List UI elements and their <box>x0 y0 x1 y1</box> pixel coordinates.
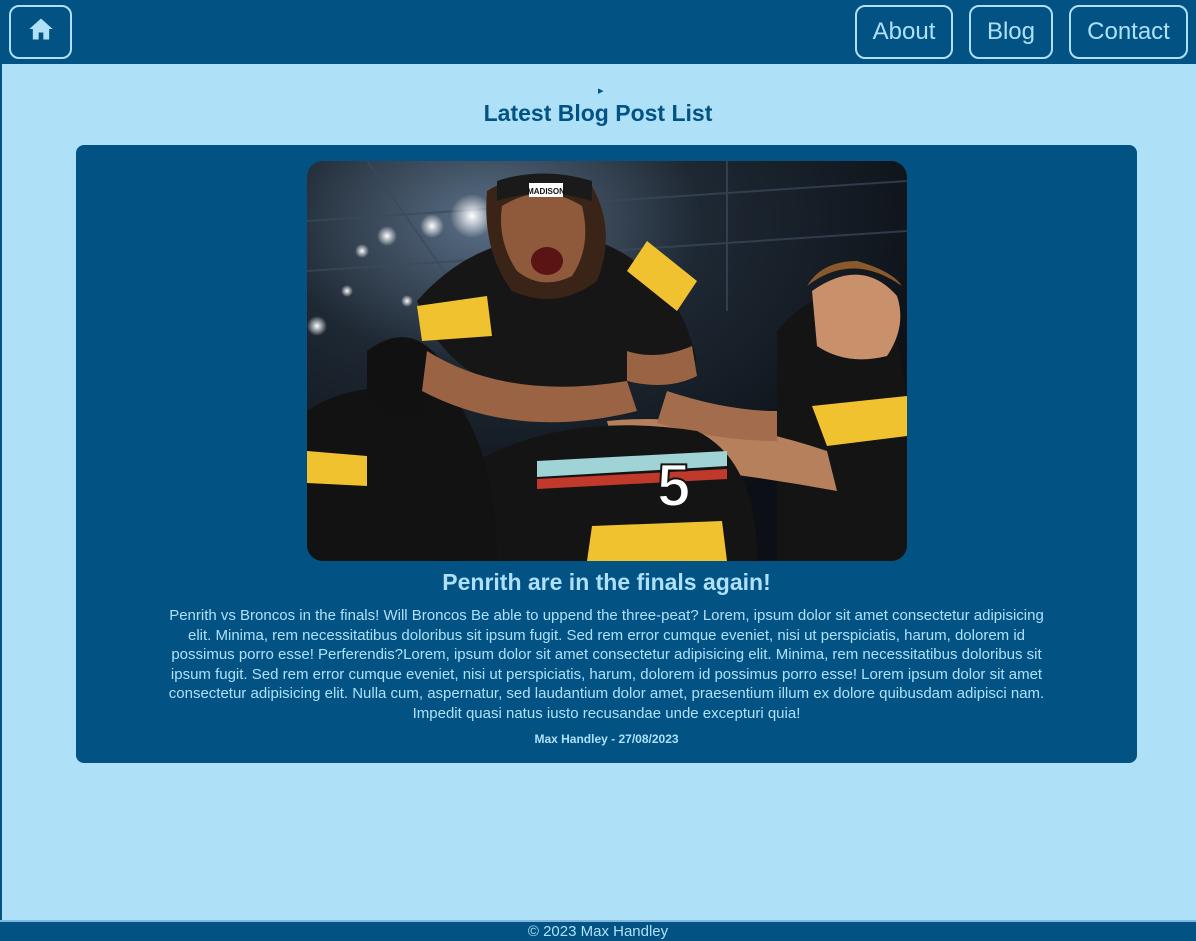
section-title[interactable]: Latest Blog Post List <box>0 100 1196 127</box>
contact-button[interactable]: Contact <box>1069 5 1188 59</box>
blog-button[interactable]: Blog <box>969 5 1053 59</box>
post-image: 5 MADISON <box>307 161 907 561</box>
home-button[interactable] <box>9 5 72 59</box>
about-button[interactable]: About <box>855 5 953 59</box>
jersey-text: MADISON <box>527 187 565 196</box>
home-icon <box>27 15 55 50</box>
post-meta: Max Handley - 27/08/2023 <box>534 732 679 746</box>
blog-post-card: 5 MADISON Penrith are in the finals agai… <box>76 145 1137 763</box>
post-title[interactable]: Penrith are in the finals again! <box>76 569 1137 596</box>
footer-text: © 2023 Max Handley <box>527 923 669 940</box>
svg-text:5: 5 <box>657 452 690 519</box>
post-body: Penrith vs Broncos in the finals! Will B… <box>168 607 1045 722</box>
disclosure-triangle-icon[interactable]: ▸ <box>598 84 604 97</box>
page-border <box>0 64 2 920</box>
navbar: About Blog Contact <box>0 0 1196 64</box>
footer: © 2023 Max Handley <box>0 920 1196 941</box>
